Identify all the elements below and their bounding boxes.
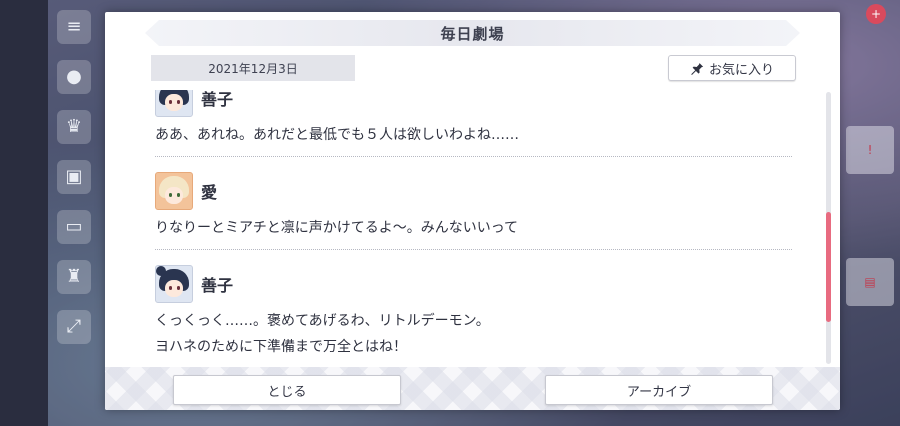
dialog-footer: とじる アーカイブ	[105, 367, 840, 410]
message-line: ああ、あれね。あれだと最低でも５人は欲しいわよね……	[155, 127, 519, 143]
side-tile-icon: ▤	[846, 258, 894, 306]
close-button[interactable]: とじる	[173, 375, 401, 405]
message-list[interactable]: 善子 ああ、あれね。あれだと最低でも５人は欲しいわよね…… 愛 りなりーとミアチ…	[151, 90, 796, 370]
speaker-name: 愛	[201, 183, 218, 202]
speaker-name: 善子	[201, 276, 234, 295]
message-line: りなりーとミアチと凛に声かけてるよ〜。みんないいって	[155, 220, 519, 236]
dialog-title: 毎日劇場	[440, 24, 505, 43]
message-text: りなりーとミアチと凛に声かけてるよ〜。みんないいって	[155, 211, 792, 241]
tv-icon: ▭	[57, 210, 91, 244]
avatar	[155, 265, 193, 303]
message-header: 愛	[155, 171, 792, 211]
pin-icon	[691, 61, 704, 75]
message-header: 善子	[155, 264, 792, 304]
expand-icon: ⤢	[57, 310, 91, 344]
trophy-icon: ♜	[57, 260, 91, 294]
divider	[155, 156, 792, 157]
right-panel: + ! ▤	[840, 0, 900, 426]
message-header: 善子	[155, 90, 792, 118]
message-line: ヨハネのために下準備まで万全とはね！	[155, 339, 407, 355]
chat-icon: ●	[57, 60, 91, 94]
favorite-label: お気に入り	[708, 62, 774, 78]
message-text: くっくっく……。褒めてあげるわ、リトルデーモン。 ヨハネのために下準備まで万全と…	[155, 304, 792, 360]
left-rail	[0, 0, 48, 426]
left-menu: ≡ ● ♛ ▣ ▭ ♜ ⤢	[50, 0, 98, 426]
list-item: 善子 くっくっく……。褒めてあげるわ、リトルデーモン。 ヨハネのために下準備まで…	[151, 264, 796, 360]
favorite-button[interactable]: お気に入り	[668, 55, 796, 81]
avatar	[155, 172, 193, 210]
list-item: 善子 ああ、あれね。あれだと最低でも５人は欲しいわよね……	[151, 90, 796, 157]
gift-icon: ▣	[57, 160, 91, 194]
notification-badge-icon: +	[866, 4, 886, 24]
scrollbar[interactable]	[826, 92, 831, 364]
crown-icon: ♛	[57, 110, 91, 144]
message-text: ああ、あれね。あれだと最低でも５人は欲しいわよね……	[155, 118, 792, 148]
divider	[155, 249, 792, 250]
date-tab: 2021年12月3日	[151, 55, 355, 81]
list-item: 愛 りなりーとミアチと凛に声かけてるよ〜。みんないいって	[151, 171, 796, 250]
dialog-title-bar: 毎日劇場	[145, 20, 800, 46]
archive-button[interactable]: アーカイブ	[545, 375, 773, 405]
message-line: くっくっく……。褒めてあげるわ、リトルデーモン。	[155, 313, 490, 329]
daily-theater-dialog: 毎日劇場 2021年12月3日 お気に入り 善子 ああ、あれね。あれだと最低でも…	[105, 12, 840, 410]
scrollbar-thumb[interactable]	[826, 212, 831, 322]
avatar	[155, 90, 193, 117]
menu-icon: ≡	[57, 10, 91, 44]
side-tile-icon: !	[846, 126, 894, 174]
speaker-name: 善子	[201, 90, 234, 109]
